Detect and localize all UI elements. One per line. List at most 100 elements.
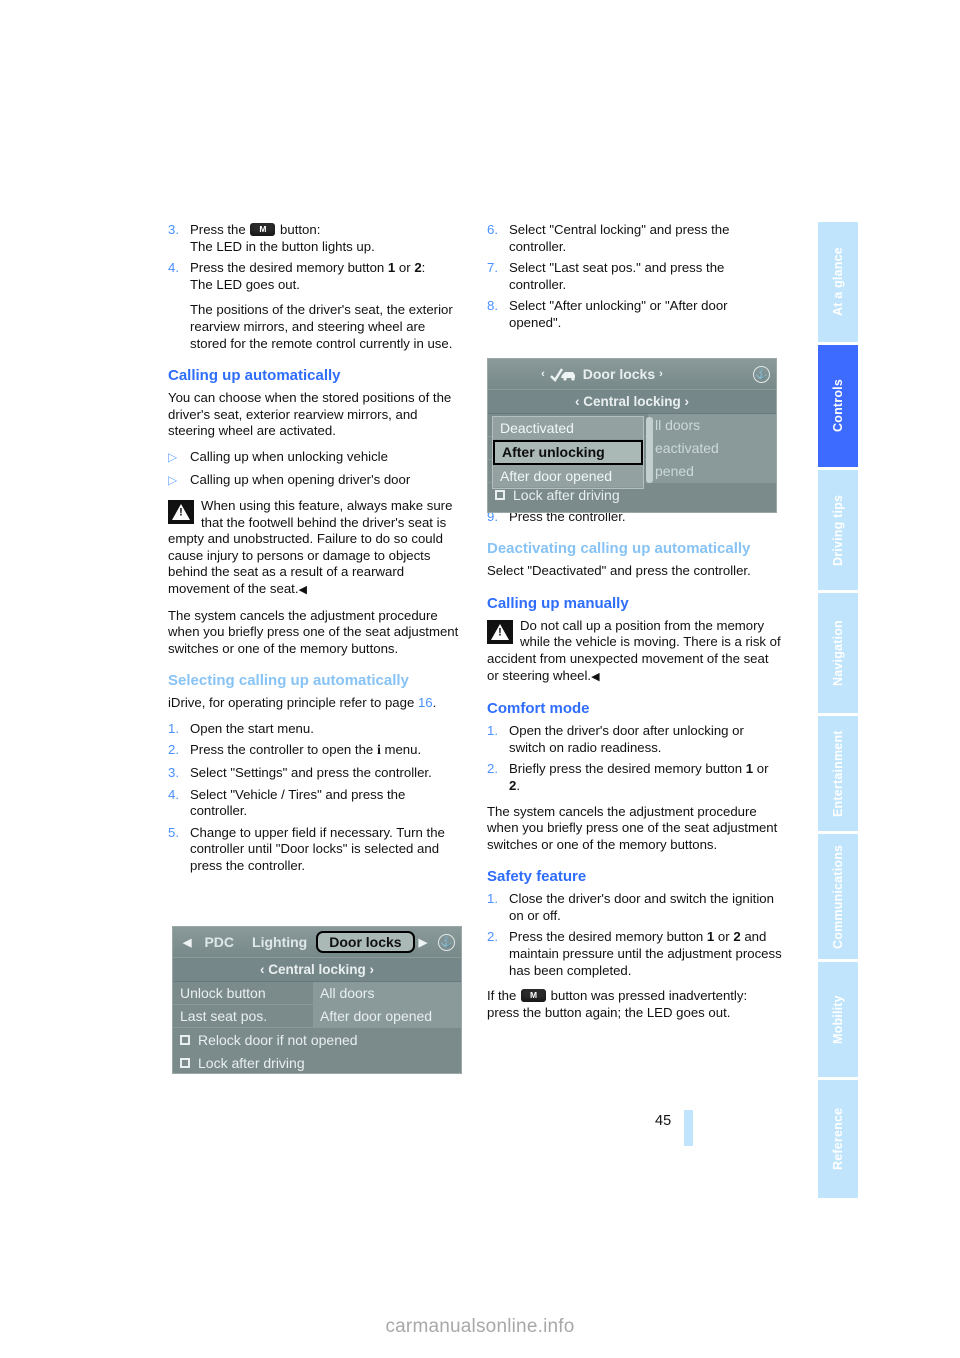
left-arrow-icon[interactable]: ‹ — [537, 368, 549, 380]
warning-block-manual: ! Do not call up a position from the mem… — [487, 618, 782, 685]
idrive-tab-pdc[interactable]: PDC — [195, 934, 243, 950]
popup-scrollbar[interactable] — [646, 417, 653, 483]
idrive-body: ll doors eactivated pened Lock after dri… — [488, 413, 776, 512]
table-row[interactable]: Unlock button All doors — [173, 981, 461, 1005]
steps-list-safety: 1. Close the driver's door and switch th… — [487, 891, 782, 979]
list-text: Press the M button: The LED in the butto… — [190, 222, 463, 255]
list-number: 4. — [168, 260, 179, 276]
list-number: 1. — [487, 723, 498, 739]
section-tab-rail: At a glance Controls Driving tips Naviga… — [818, 222, 858, 1198]
heading-deactivating: Deactivating calling up automatically — [487, 540, 751, 558]
paragraph-idrive-reference: iDrive, for operating principle refer to… — [168, 695, 463, 712]
popup-item-after-door-opened[interactable]: After door opened — [493, 465, 643, 488]
tab-driving-tips[interactable]: Driving tips — [818, 470, 858, 590]
popup-item-deactivated[interactable]: Deactivated — [493, 417, 643, 440]
step-text-post: : — [421, 260, 426, 276]
checkbox-lock-after-driving[interactable]: Lock after driving — [173, 1051, 461, 1073]
ref-text-pre: iDrive, for operating principle refer to… — [168, 695, 418, 711]
memory-button-2: 2 — [414, 260, 422, 276]
list-text: Select "Settings" and press the controll… — [190, 765, 432, 781]
tab-label: At a glance — [831, 247, 845, 317]
steps-list-6-8: 6. Select "Central locking" and press th… — [487, 222, 782, 332]
paragraph-cancel-procedure: The system cancels the adjustment proced… — [168, 607, 459, 656]
tab-controls[interactable]: Controls — [818, 345, 858, 467]
idrive-top-bar: ‹ Door locks › ⚓ — [488, 359, 776, 389]
list-number: 2. — [487, 929, 498, 945]
steps-list-top: 3. Press the M button: The LED in the bu… — [168, 222, 463, 352]
tab-label: Entertainment — [831, 730, 845, 817]
conjunction: or — [395, 260, 415, 276]
step-text-line2: The LED in the button lights up. — [190, 238, 375, 254]
idrive-tab-door-locks-selected[interactable]: Door locks — [316, 931, 415, 953]
anchor-icon[interactable]: ⚓ — [752, 365, 770, 383]
tab-label: Mobility — [831, 995, 845, 1044]
list-number: 8. — [487, 298, 498, 314]
end-of-warning-marker: ◀ — [298, 583, 307, 596]
row-label: Unlock button — [180, 985, 266, 1001]
table-row[interactable]: Last seat pos. After door opened — [173, 1004, 461, 1028]
bullet-text: Calling up when opening driver's door — [190, 471, 411, 487]
steps-list-selecting: 1. Open the start menu. 2. Press the con… — [168, 721, 463, 875]
warning-text: Do not call up a position from the memor… — [487, 618, 782, 685]
tab-navigation[interactable]: Navigation — [818, 593, 858, 713]
idrive-screenshot-central-locking-popup: ‹ Door locks › ⚓ ‹ Central locking › ll … — [487, 358, 777, 513]
tab-entertainment[interactable]: Entertainment — [818, 716, 858, 831]
dropdown-popup-last-seat-pos[interactable]: Deactivated After unlocking After door o… — [492, 416, 644, 489]
page-marker-bar — [684, 1110, 693, 1146]
list-item: 1. Close the driver's door and switch th… — [487, 891, 782, 924]
popup-item-after-unlocking[interactable]: After unlocking — [493, 440, 643, 465]
idrive-sub-bar[interactable]: ‹ Central locking › — [488, 389, 776, 414]
list-number: 1. — [487, 891, 498, 907]
row-value: eactivated — [648, 436, 776, 460]
checkbox-icon[interactable] — [495, 489, 505, 500]
list-item: 2. Press the controller to open the i me… — [168, 742, 463, 760]
anchor-icon[interactable]: ⚓ — [438, 933, 455, 951]
row-value[interactable]: All doors — [313, 981, 461, 1005]
tab-reference[interactable]: Reference — [818, 1080, 858, 1198]
tab-mobility[interactable]: Mobility — [818, 962, 858, 1077]
idrive-body: Unlock button All doors Last seat pos. A… — [173, 981, 461, 1073]
list-item: 4. Press the desired memory button 1 or … — [168, 260, 463, 352]
list-item: 4. Select "Vehicle / Tires" and press th… — [168, 787, 463, 820]
right-arrow-icon[interactable]: › — [655, 368, 667, 380]
page-reference-link[interactable]: 16 — [418, 695, 433, 710]
row-value[interactable]: After door opened — [313, 1004, 461, 1028]
right-text-column: 6. Select "Central locking" and press th… — [487, 222, 782, 1030]
list-number: 3. — [168, 222, 179, 237]
tab-label: Navigation — [831, 620, 845, 686]
idrive-tab-lighting[interactable]: Lighting — [243, 934, 316, 950]
tab-communications[interactable]: Communications — [818, 834, 858, 959]
steps-list-comfort: 1. Open the driver's door after unlockin… — [487, 723, 782, 794]
end-of-warning-marker: ◀ — [591, 670, 600, 683]
list-item: 6. Select "Central locking" and press th… — [487, 222, 782, 255]
tab-at-a-glance[interactable]: At a glance — [818, 222, 858, 342]
tab-label: Controls — [831, 379, 845, 433]
list-number: 2. — [487, 761, 498, 777]
list-text: Select "Last seat pos." and press the co… — [509, 260, 725, 292]
list-number: 3. — [168, 765, 179, 781]
conjunction: or — [714, 929, 734, 945]
memory-m-button-icon: M — [521, 989, 546, 1003]
list-text: Change to upper field if necessary. Turn… — [190, 824, 445, 874]
heading-safety-feature: Safety feature — [487, 868, 587, 886]
left-arrow-icon[interactable]: ◀ — [179, 936, 195, 949]
site-watermark: carmanualsonline.info — [385, 1316, 575, 1337]
checkbox-icon[interactable] — [180, 1057, 190, 1068]
step-text-post: button: — [276, 222, 321, 237]
checkbox-icon[interactable] — [180, 1034, 190, 1045]
step-text-pre: Press the desired memory button — [190, 260, 388, 276]
step-text-pre: Briefly press the desired memory button — [509, 761, 746, 777]
step-note: The positions of the driver's seat, the … — [190, 302, 453, 351]
idrive-sub-bar[interactable]: ‹ Central locking › — [173, 957, 461, 982]
idrive-title: Door locks — [582, 366, 656, 382]
checkbox-relock-door[interactable]: Relock door if not opened — [173, 1028, 461, 1051]
idrive-screenshot-door-locks: ◀ PDC Lighting Door locks ▶ ⚓ ‹ Central … — [172, 926, 462, 1074]
heading-comfort-mode: Comfort mode — [487, 700, 590, 718]
checked-car-icon — [549, 367, 579, 382]
bullet-text: Calling up when unlocking vehicle — [190, 448, 388, 464]
list-item: 5. Change to upper field if necessary. T… — [168, 825, 463, 875]
right-arrow-icon[interactable]: ▶ — [415, 936, 431, 949]
row-value: pened — [648, 459, 776, 483]
list-text: Open the start menu. — [190, 720, 314, 736]
page-number: 45 — [655, 1113, 672, 1129]
